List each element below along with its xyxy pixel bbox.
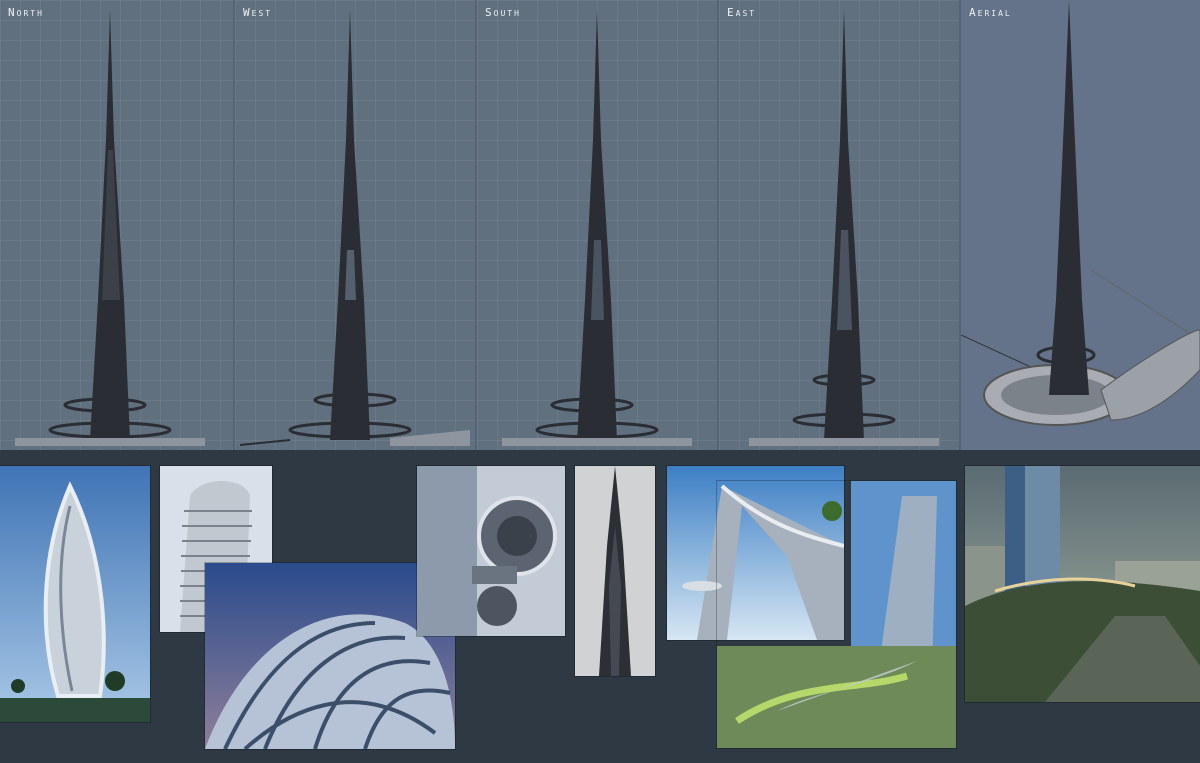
reference-image-dark-spire-tower xyxy=(575,466,655,676)
tower-elevation-north xyxy=(15,10,205,446)
reference-image-board xyxy=(0,450,1200,763)
reference-image-glass-tower-with-sky-pod xyxy=(417,466,565,636)
elevation-viewports: North West South East Aerial xyxy=(0,0,1200,450)
viewport-aerial[interactable]: Aerial xyxy=(961,0,1200,450)
reference-image-night-city-landscape xyxy=(965,466,1200,702)
viewport-north[interactable]: North xyxy=(0,0,235,450)
tower-elevation-east xyxy=(749,10,939,446)
viewport-south[interactable]: South xyxy=(477,0,719,450)
tower-elevation-south xyxy=(502,10,692,446)
tower-aerial-view xyxy=(961,0,1200,426)
reference-image-curved-tower-with-green-podium xyxy=(717,481,956,748)
viewport-west[interactable]: West xyxy=(235,0,477,450)
viewport-east[interactable]: East xyxy=(719,0,961,450)
tower-elevation-west xyxy=(239,10,470,446)
reference-image-twisted-ribbon-tower xyxy=(0,466,150,722)
